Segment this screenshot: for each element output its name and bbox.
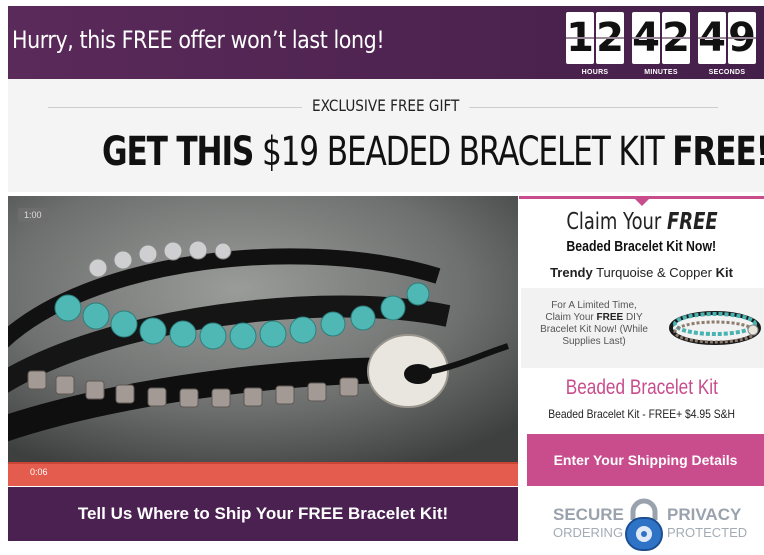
tagline-rest: Turquoise & Copper bbox=[592, 265, 716, 280]
promo-line: Bracelet Kit Now! (While bbox=[540, 324, 648, 335]
promo-line: Supplies Last) bbox=[562, 336, 626, 347]
headline-part-1: GET THIS bbox=[102, 129, 254, 175]
timer-digit: 9 bbox=[728, 12, 756, 64]
promo-text: For A Limited Time, Claim Your FREE DIY … bbox=[525, 300, 663, 348]
product-title: Beaded Bracelet Kit bbox=[519, 376, 764, 400]
security-badge: SECURE ORDERING PRIVACY PROTECTED bbox=[519, 496, 764, 554]
eyebrow-label: EXCLUSIVE FREE GIFT bbox=[8, 96, 764, 116]
video-current-time: 0:06 bbox=[30, 467, 48, 477]
video-progress-bar[interactable] bbox=[8, 462, 518, 486]
bracelet-thumbnail bbox=[669, 311, 761, 345]
timer-digit: 2 bbox=[662, 12, 690, 64]
timer-minutes-label: MINUTES bbox=[644, 69, 678, 76]
promo-box: For A Limited Time, Claim Your FREE DIY … bbox=[521, 288, 764, 368]
timer-hours-label: HOURS bbox=[581, 69, 609, 76]
ship-cta-button[interactable]: Tell Us Where to Ship Your FREE Bracelet… bbox=[8, 487, 518, 541]
sidebar-notch bbox=[634, 198, 650, 206]
timer-seconds-label: SECONDS bbox=[708, 69, 746, 76]
timer-digit: 4 bbox=[632, 12, 660, 64]
claim-free: FREE bbox=[666, 209, 718, 235]
privacy-protected-label: PRIVACY PROTECTED bbox=[667, 505, 748, 541]
headline-part-2: $19 BEADED BRACELET KIT bbox=[253, 129, 673, 175]
timer-seconds: 4 9 SECONDS bbox=[696, 12, 758, 76]
claim-tagline: Trendy Turquoise & Copper Kit bbox=[519, 265, 764, 280]
claim-heading: Claim Your FREE bbox=[519, 209, 764, 235]
claim-subheading: Beaded Bracelet Kit Now! bbox=[519, 238, 764, 255]
product-subtitle: Beaded Bracelet Kit - FREE+ $4.95 S&H bbox=[519, 407, 764, 421]
product-video[interactable]: 1:00 0:06 bbox=[8, 196, 518, 486]
claim-line2: Beaded Bracelet Kit Now! bbox=[566, 238, 717, 255]
promo-line: Claim Your FREE DIY bbox=[545, 312, 643, 323]
video-duration-badge: 1:00 bbox=[18, 208, 48, 222]
timer-digit: 2 bbox=[596, 12, 624, 64]
claim-text: Claim Your bbox=[565, 209, 667, 235]
lock-icon bbox=[625, 498, 663, 551]
secure-ordering-label: SECURE ORDERING bbox=[553, 505, 624, 541]
product-title-text: Beaded Bracelet Kit bbox=[565, 376, 718, 399]
page-frame: Hurry, this FREE offer won’t last long! … bbox=[8, 6, 764, 555]
tagline-trendy: Trendy bbox=[550, 265, 593, 280]
tagline-kit: Kit bbox=[715, 265, 733, 280]
page-title: GET THIS $19 BEADED BRACELET KIT FREE! bbox=[8, 129, 764, 175]
timer-hours: 1 2 HOURS bbox=[564, 12, 626, 76]
order-sidebar: Claim Your FREE Beaded Bracelet Kit Now!… bbox=[519, 196, 764, 555]
timer-digit: 1 bbox=[566, 12, 594, 64]
enter-shipping-button[interactable]: Enter Your Shipping Details bbox=[527, 434, 764, 486]
headline-section: EXCLUSIVE FREE GIFT GET THIS $19 BEADED … bbox=[8, 79, 764, 192]
headline-part-3: FREE! bbox=[672, 129, 764, 175]
timer-digit: 4 bbox=[698, 12, 726, 64]
bracelet-image bbox=[8, 196, 518, 462]
eyebrow-text: EXCLUSIVE FREE GIFT bbox=[302, 96, 470, 115]
product-subtitle-text: Beaded Bracelet Kit - FREE+ $4.95 S&H bbox=[548, 407, 735, 421]
urgency-banner: Hurry, this FREE offer won’t last long! … bbox=[8, 6, 764, 79]
promo-line: For A Limited Time, bbox=[551, 300, 637, 311]
urgency-message: Hurry, this FREE offer won’t last long! bbox=[12, 26, 385, 54]
timer-minutes: 4 2 MINUTES bbox=[630, 12, 692, 76]
